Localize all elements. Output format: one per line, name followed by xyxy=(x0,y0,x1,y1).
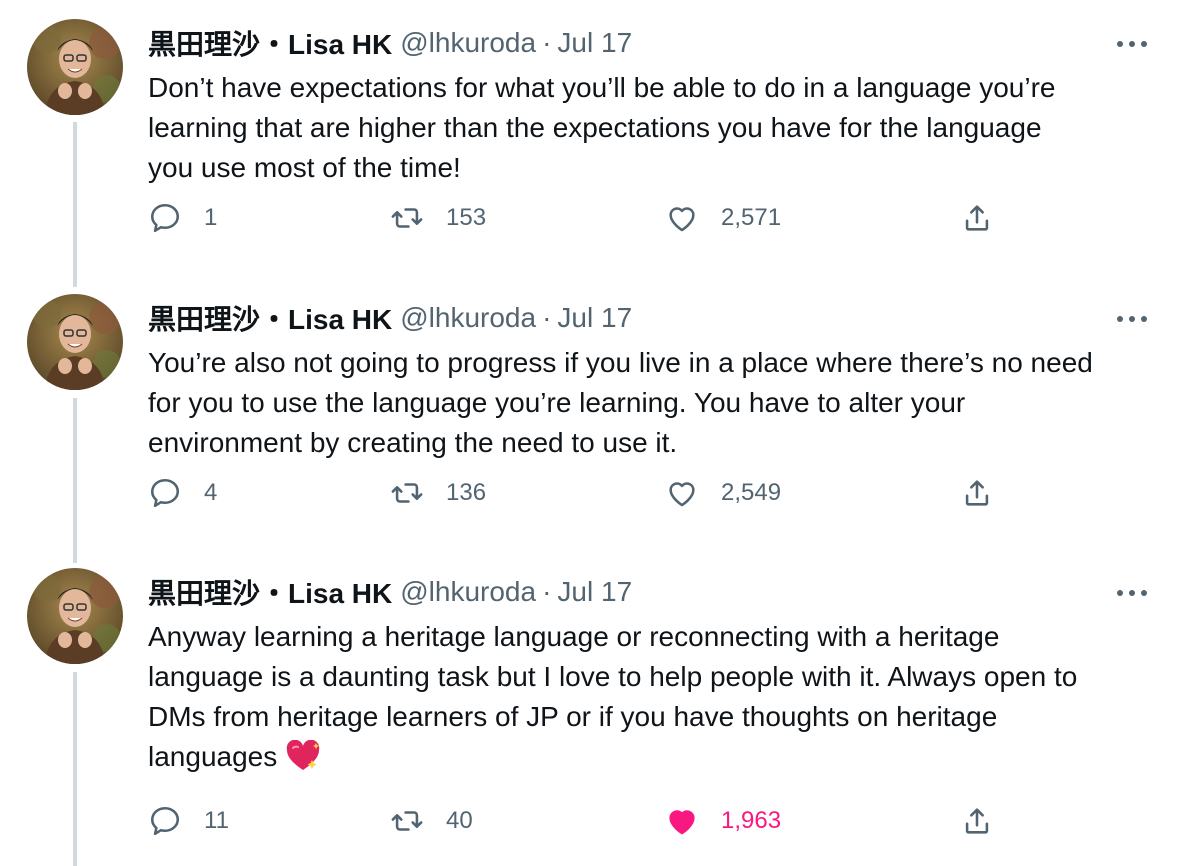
sparkling-heart-icon xyxy=(285,739,321,783)
more-options-icon xyxy=(1117,41,1147,47)
display-name[interactable]: 黒田理沙・Lisa HK xyxy=(148,298,392,338)
more-options-button[interactable] xyxy=(1108,577,1156,609)
tweet-actions: 4 136 2,549 xyxy=(0,471,1190,515)
tweet-date[interactable]: Jul 17 xyxy=(557,27,632,59)
heart-icon xyxy=(669,482,695,507)
reply-button[interactable]: 11 xyxy=(148,799,229,843)
more-options-icon xyxy=(1117,590,1147,596)
retweet-count: 136 xyxy=(446,479,487,506)
header-separator: · xyxy=(542,302,552,333)
share-button[interactable] xyxy=(960,471,994,515)
avatar[interactable] xyxy=(27,294,123,390)
tweet-date[interactable]: Jul 17 xyxy=(557,576,632,608)
share-icon xyxy=(965,205,989,231)
header-separator: · xyxy=(542,27,552,58)
tweet[interactable]: 黒田理沙・Lisa HK @lhkuroda · Jul 17 You’re a… xyxy=(0,275,1190,550)
tweet-date[interactable]: Jul 17 xyxy=(557,302,632,334)
like-count: 2,549 xyxy=(721,479,782,506)
display-name[interactable]: 黒田理沙・Lisa HK xyxy=(148,23,392,63)
reply-count: 1 xyxy=(204,204,218,231)
reply-count: 4 xyxy=(204,479,218,506)
tweet-text: You’re also not going to progress if you… xyxy=(148,347,1093,458)
retweet-button[interactable]: 136 xyxy=(390,471,486,515)
heart-icon xyxy=(669,207,695,232)
share-icon xyxy=(965,480,989,506)
retweet-button[interactable]: 40 xyxy=(390,799,473,843)
tweet[interactable]: 黒田理沙・Lisa HK @lhkuroda · Jul 17 Anyway l… xyxy=(0,549,1190,866)
tweet-header: 黒田理沙・Lisa HK @lhkuroda · Jul 17 xyxy=(148,573,632,611)
tweet-header: 黒田理沙・Lisa HK @lhkuroda · Jul 17 xyxy=(148,24,632,62)
avatar[interactable] xyxy=(27,19,123,115)
user-handle[interactable]: @lhkuroda xyxy=(400,302,536,334)
tweet-actions: 1 153 2,571 xyxy=(0,196,1190,240)
avatar[interactable] xyxy=(27,568,123,664)
avatar-image xyxy=(27,19,123,115)
header-separator: · xyxy=(542,576,552,607)
reply-icon xyxy=(150,203,180,233)
reply-icon xyxy=(150,806,180,836)
user-handle[interactable]: @lhkuroda xyxy=(400,576,536,608)
reply-count: 11 xyxy=(204,807,229,834)
tweet-text: Don’t have expectations for what you’ll … xyxy=(148,72,1056,183)
tweet-header: 黒田理沙・Lisa HK @lhkuroda · Jul 17 xyxy=(148,299,632,337)
retweet-button[interactable]: 153 xyxy=(390,196,486,240)
more-options-button[interactable] xyxy=(1108,28,1156,60)
reply-icon xyxy=(150,478,180,508)
retweet-icon xyxy=(391,811,423,831)
share-button[interactable] xyxy=(960,196,994,240)
more-options-button[interactable] xyxy=(1108,303,1156,335)
like-count: 1,963 xyxy=(721,807,782,834)
avatar-image xyxy=(27,568,123,664)
like-button[interactable]: 2,571 xyxy=(665,196,781,240)
heart-icon xyxy=(669,810,695,835)
like-button[interactable]: 2,549 xyxy=(665,471,781,515)
retweet-icon xyxy=(391,483,423,503)
avatar-image xyxy=(27,294,123,390)
share-icon xyxy=(965,808,989,834)
like-count: 2,571 xyxy=(721,204,782,231)
share-button[interactable] xyxy=(960,799,994,843)
retweet-count: 153 xyxy=(446,204,487,231)
reply-button[interactable]: 4 xyxy=(148,471,217,515)
retweet-count: 40 xyxy=(446,807,473,834)
retweet-icon xyxy=(391,208,423,228)
display-name[interactable]: 黒田理沙・Lisa HK xyxy=(148,572,392,612)
tweet-actions: 11 40 1,963 xyxy=(0,799,1190,843)
like-button[interactable]: 1,963 xyxy=(665,799,781,843)
tweet[interactable]: 黒田理沙・Lisa HK @lhkuroda · Jul 17 Don’t ha… xyxy=(0,0,1190,275)
tweet-text: Anyway learning a heritage language or r… xyxy=(148,617,1168,783)
more-options-icon xyxy=(1117,316,1147,322)
reply-button[interactable]: 1 xyxy=(148,196,217,240)
user-handle[interactable]: @lhkuroda xyxy=(400,27,536,59)
